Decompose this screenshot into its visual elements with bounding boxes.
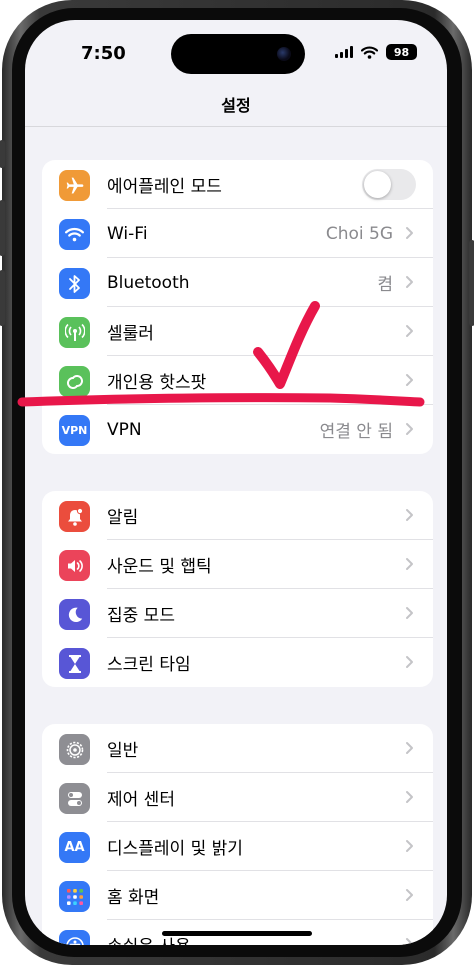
row-label: 에어플레인 모드 xyxy=(107,177,222,197)
chevron-right-icon xyxy=(406,325,413,337)
row-label: 일반 xyxy=(107,741,139,761)
chevron-right-icon xyxy=(406,509,413,521)
chevron-right-icon xyxy=(406,656,413,668)
airplane-mode-toggle[interactable] xyxy=(362,169,416,200)
front-camera xyxy=(277,47,291,61)
settings-row-focus[interactable]: 집중 모드 xyxy=(42,589,433,638)
airplane-icon xyxy=(59,170,90,201)
settings-row-sounds-haptics[interactable]: 사운드 및 햅틱 xyxy=(42,540,433,589)
bell-icon xyxy=(59,501,90,532)
nav-divider xyxy=(25,126,447,127)
text-size-icon: AA xyxy=(59,832,90,863)
row-label: 제어 센터 xyxy=(107,790,175,810)
row-value: Choi 5G xyxy=(325,223,393,244)
screen: 7:50 98 설정 에어플레인 모드 Wi-Fi Choi 5G Blueto… xyxy=(25,20,447,945)
gear-icon xyxy=(59,734,90,765)
settings-row-airplane-mode[interactable]: 에어플레인 모드 xyxy=(42,160,433,209)
accessibility-icon xyxy=(59,930,90,945)
home-grid-icon xyxy=(59,881,90,912)
text-size-icon-text: AA xyxy=(64,840,85,855)
dynamic-island xyxy=(171,34,305,74)
chevron-right-icon xyxy=(406,791,413,803)
hotspot-icon xyxy=(59,366,90,397)
switches-icon xyxy=(59,783,90,814)
chevron-right-icon xyxy=(406,276,413,288)
row-label: 홈 화면 xyxy=(107,888,160,908)
settings-row-notifications[interactable]: 알림 xyxy=(42,491,433,540)
chevron-right-icon xyxy=(406,840,413,852)
chevron-right-icon xyxy=(406,374,413,386)
bluetooth-icon xyxy=(59,268,90,299)
settings-group-notifications: 알림 사운드 및 햅틱 집중 모드 스크린 타임 xyxy=(42,491,433,687)
chevron-right-icon xyxy=(406,558,413,570)
volume-up-button xyxy=(0,200,5,256)
row-label: 알림 xyxy=(107,508,139,528)
chevron-right-icon xyxy=(406,938,413,945)
settings-row-personal-hotspot[interactable]: 개인용 핫스팟 xyxy=(42,356,433,405)
wifi-icon xyxy=(59,219,90,250)
row-label: 사운드 및 햅틱 xyxy=(107,557,212,577)
wifi-status-icon xyxy=(361,45,378,59)
settings-group-general: 일반 제어 센터 AA 디스플레이 및 밝기 홈 화면 xyxy=(42,724,433,945)
signal-icon xyxy=(335,46,353,58)
cellular-icon xyxy=(59,317,90,348)
row-label: VPN xyxy=(107,419,142,440)
settings-row-bluetooth[interactable]: Bluetooth 켬 xyxy=(42,258,433,307)
speaker-icon xyxy=(59,550,90,581)
row-label: 디스플레이 및 밝기 xyxy=(107,839,243,859)
home-indicator[interactable] xyxy=(162,931,312,936)
status-time: 7:50 xyxy=(81,43,126,64)
page-title: 설정 xyxy=(221,96,251,115)
settings-row-general[interactable]: 일반 xyxy=(42,724,433,773)
chevron-right-icon xyxy=(406,742,413,754)
chevron-right-icon xyxy=(406,227,413,239)
chevron-right-icon xyxy=(406,607,413,619)
chevron-right-icon xyxy=(406,889,413,901)
vpn-icon: VPN xyxy=(59,415,90,446)
volume-down-button xyxy=(0,270,5,326)
chevron-right-icon xyxy=(406,423,413,435)
settings-row-screen-time[interactable]: 스크린 타임 xyxy=(42,638,433,687)
moon-icon xyxy=(59,599,90,630)
settings-row-cellular[interactable]: 셀룰러 xyxy=(42,307,433,356)
settings-row-home-screen[interactable]: 홈 화면 xyxy=(42,871,433,920)
row-label: 개인용 핫스팟 xyxy=(107,373,207,393)
row-label: 집중 모드 xyxy=(107,606,175,626)
power-button xyxy=(469,240,474,326)
vpn-icon-text: VPN xyxy=(61,424,88,437)
settings-row-wifi[interactable]: Wi-Fi Choi 5G xyxy=(42,209,433,258)
battery-icon: 98 xyxy=(386,44,417,60)
settings-row-control-center[interactable]: 제어 센터 xyxy=(42,773,433,822)
status-icons: 98 xyxy=(335,44,417,60)
row-label: Wi-Fi xyxy=(107,223,148,244)
settings-row-vpn[interactable]: VPN VPN 연결 안 됨 xyxy=(42,405,433,454)
settings-group-connectivity: 에어플레인 모드 Wi-Fi Choi 5G Bluetooth 켬 셀룰러 개… xyxy=(42,160,433,454)
row-value: 연결 안 됨 xyxy=(319,422,393,442)
toggle-knob xyxy=(364,171,391,198)
row-value: 켬 xyxy=(377,275,393,295)
hourglass-icon xyxy=(59,648,90,679)
settings-row-display-brightness[interactable]: AA 디스플레이 및 밝기 xyxy=(42,822,433,871)
row-label: 스크린 타임 xyxy=(107,655,191,675)
action-button xyxy=(0,140,5,168)
row-label: 셀룰러 xyxy=(107,324,154,344)
row-label: Bluetooth xyxy=(107,272,190,293)
